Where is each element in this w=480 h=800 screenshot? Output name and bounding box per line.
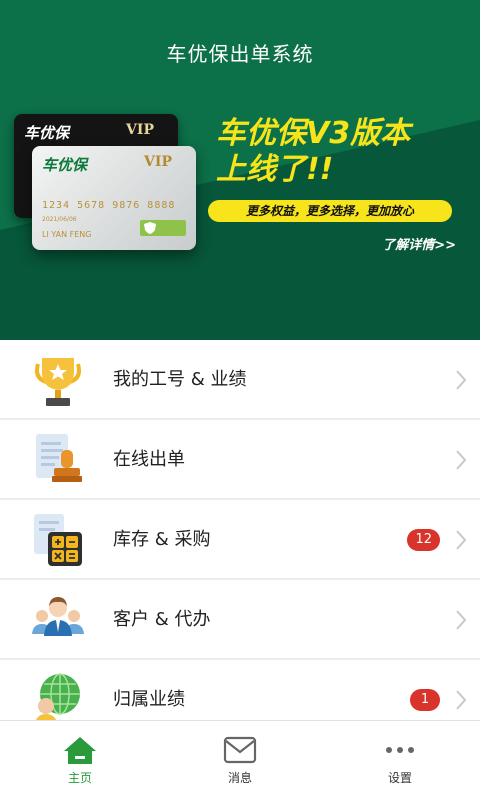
menu-item-label: 在线出单 [113,449,185,470]
shield-icon [144,222,156,234]
chevron-right-icon [456,450,467,470]
app-title: 车优保出单系统 [166,42,314,66]
menu-item-label: 客户 & 代办 [113,609,211,630]
tab-label: 主页 [67,771,92,785]
card-sticker [140,220,186,236]
menu-item-label: 库存 & 采购 [113,529,211,550]
card-vip: VIP [144,154,172,170]
chevron-right-icon [456,370,467,390]
learn-more-link[interactable]: 了解详情>> [382,234,456,253]
document-stamp-icon [36,434,82,482]
trophy-icon [35,358,81,406]
menu-item-customers-todo[interactable]: 客户 & 代办 [0,580,480,660]
chevron-right-icon [456,690,467,710]
vip-card-front: 车优保 VIP 1234 5678 9876 8888 2021/06/06 L… [32,146,196,250]
chevron-right-icon [456,610,467,630]
card-brand: 车优保 [24,124,70,142]
card-number: 1234 5678 9876 8888 [42,200,176,211]
tab-settings[interactable]: 设置 [320,721,480,800]
banner-headline: 车优保V3版本 上线了!! [216,116,466,188]
menu-list: 我的工号 & 业绩 在线出单 库存 & 采购 12 客户 & 代办 归属业绩 1 [0,340,480,740]
mail-icon [223,736,257,764]
tab-messages[interactable]: 消息 [160,721,320,800]
menu-item-online-issue[interactable]: 在线出单 [0,420,480,500]
menu-item-label: 我的工号 & 业绩 [113,369,247,390]
tab-label: 设置 [387,771,412,785]
more-dots-icon [386,747,414,753]
customers-icon [32,597,84,636]
notification-badge: 12 [407,529,440,551]
header-banner: 车优保出单系统 车优保 VIP 车优保 VIP 1234 5678 9876 8… [0,0,480,340]
menu-item-inventory-purchase[interactable]: 库存 & 采购 12 [0,500,480,580]
card-date: 2021/06/06 [42,216,77,223]
banner-tagline: 更多权益，更多选择，更加放心 [208,200,452,222]
chevron-right-icon [456,530,467,550]
card-brand: 车优保 [42,156,88,174]
notification-badge: 1 [410,689,440,711]
bottom-tab-bar: 主页 消息 设置 [0,720,480,800]
card-vip: VIP [126,122,154,138]
calculator-icon [34,514,82,566]
home-icon [64,737,96,764]
headline-line2: 上线了!! [216,152,334,187]
tab-label: 消息 [227,771,252,785]
tab-home[interactable]: 主页 [0,721,160,800]
menu-item-my-id-performance[interactable]: 我的工号 & 业绩 [0,340,480,420]
card-holder-name: LI YAN FENG [42,230,92,239]
headline-line1: 车优保V3版本 [216,116,411,151]
